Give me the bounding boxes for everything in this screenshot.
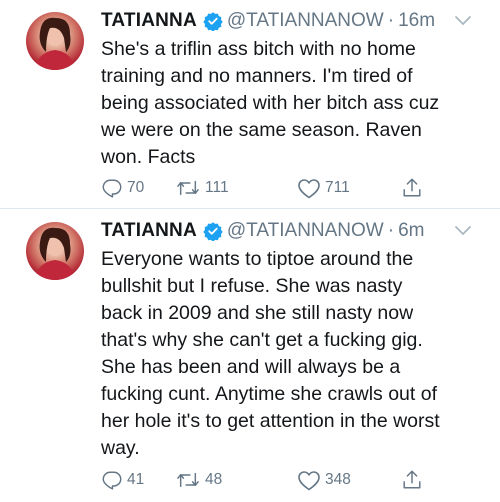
tweet-text-line: training and no manners. I'm tired of: [101, 65, 413, 87]
tweet-divider: [0, 208, 500, 209]
tweet-text-line: won. Facts: [101, 146, 196, 168]
share-button[interactable]: [401, 176, 423, 200]
heart-icon: [298, 179, 320, 199]
tweet-text-line: fucking cunt. Anytime she crawls out of: [101, 383, 437, 405]
tweet[interactable]: TATIANNA @TATIANNANOW · 16m She's a triflin…: [0, 0, 500, 209]
user-handle[interactable]: @TATIANNANOW: [227, 220, 384, 241]
timestamp[interactable]: 6m: [398, 220, 424, 241]
share-icon: [403, 470, 421, 489]
separator-dot: ·: [387, 10, 395, 31]
separator-dot: ·: [387, 220, 395, 241]
like-button[interactable]: 348: [297, 468, 351, 492]
verified-badge-icon: [203, 222, 223, 241]
verified-badge-icon: [203, 12, 223, 31]
retweet-icon: [177, 180, 199, 196]
avatar[interactable]: [26, 222, 84, 280]
retweet-button[interactable]: 48: [175, 468, 222, 492]
tweet-text-line: She's a triflin ass bitch with no home: [101, 38, 416, 60]
chevron-down-icon[interactable]: [454, 224, 472, 238]
like-button[interactable]: 711: [297, 176, 350, 200]
reply-icon: [102, 179, 122, 198]
retweet-icon: [177, 472, 199, 488]
tweet-text: She's a triflin ass bitch with no home t…: [101, 36, 491, 171]
share-button[interactable]: [401, 468, 423, 492]
reply-button[interactable]: 70: [101, 176, 144, 200]
user-handle[interactable]: @TATIANNANOW: [227, 10, 384, 31]
avatar-image: [34, 227, 76, 280]
reply-count: 41: [127, 471, 145, 488]
retweet-count: 111: [205, 179, 229, 196]
tweet[interactable]: TATIANNA @TATIANNANOW · 6m Everyone wants t…: [0, 210, 500, 502]
tweet-text-line: She has been and will always be a: [101, 356, 401, 378]
share-icon: [403, 178, 421, 197]
display-name[interactable]: TATIANNA: [101, 220, 197, 241]
tweet-text-line: being associated with her bitch ass cuz: [101, 92, 440, 114]
like-count: 348: [325, 471, 351, 488]
chevron-down-icon[interactable]: [454, 14, 472, 28]
tweet-text-line: Everyone wants to tiptoe around the: [101, 248, 414, 270]
retweet-button[interactable]: 111: [175, 176, 229, 200]
reply-button[interactable]: 41: [101, 468, 144, 492]
tweet-text-line: way.: [101, 437, 140, 459]
reply-count: 70: [127, 179, 145, 196]
tweet-text-line: we were on the same season. Raven: [101, 119, 422, 141]
reply-icon: [102, 471, 122, 490]
retweet-count: 48: [205, 471, 223, 488]
tweet-text-line: bullshit but I refuse. She was nasty: [101, 275, 403, 297]
timestamp[interactable]: 16m: [398, 10, 435, 31]
tweet-text: Everyone wants to tiptoe around the bull…: [101, 246, 491, 462]
tweet-header: TATIANNA @TATIANNANOW · 16m: [101, 10, 435, 36]
tweet-actions: 41 48 348: [101, 468, 481, 492]
tweet-text-line: her hole it's to get attention in the wo…: [101, 410, 440, 432]
avatar-image: [34, 17, 76, 70]
tweet-actions: 70 111 711: [101, 176, 481, 200]
tweet-text-line: back in 2009 and she still nasty now: [101, 302, 414, 324]
like-count: 711: [325, 179, 350, 196]
tweet-header: TATIANNA @TATIANNANOW · 6m: [101, 220, 424, 246]
heart-icon: [298, 471, 320, 491]
display-name[interactable]: TATIANNA: [101, 10, 197, 31]
tweet-text-line: that's why she can't get a fucking gig.: [101, 329, 423, 351]
avatar[interactable]: [26, 12, 84, 70]
